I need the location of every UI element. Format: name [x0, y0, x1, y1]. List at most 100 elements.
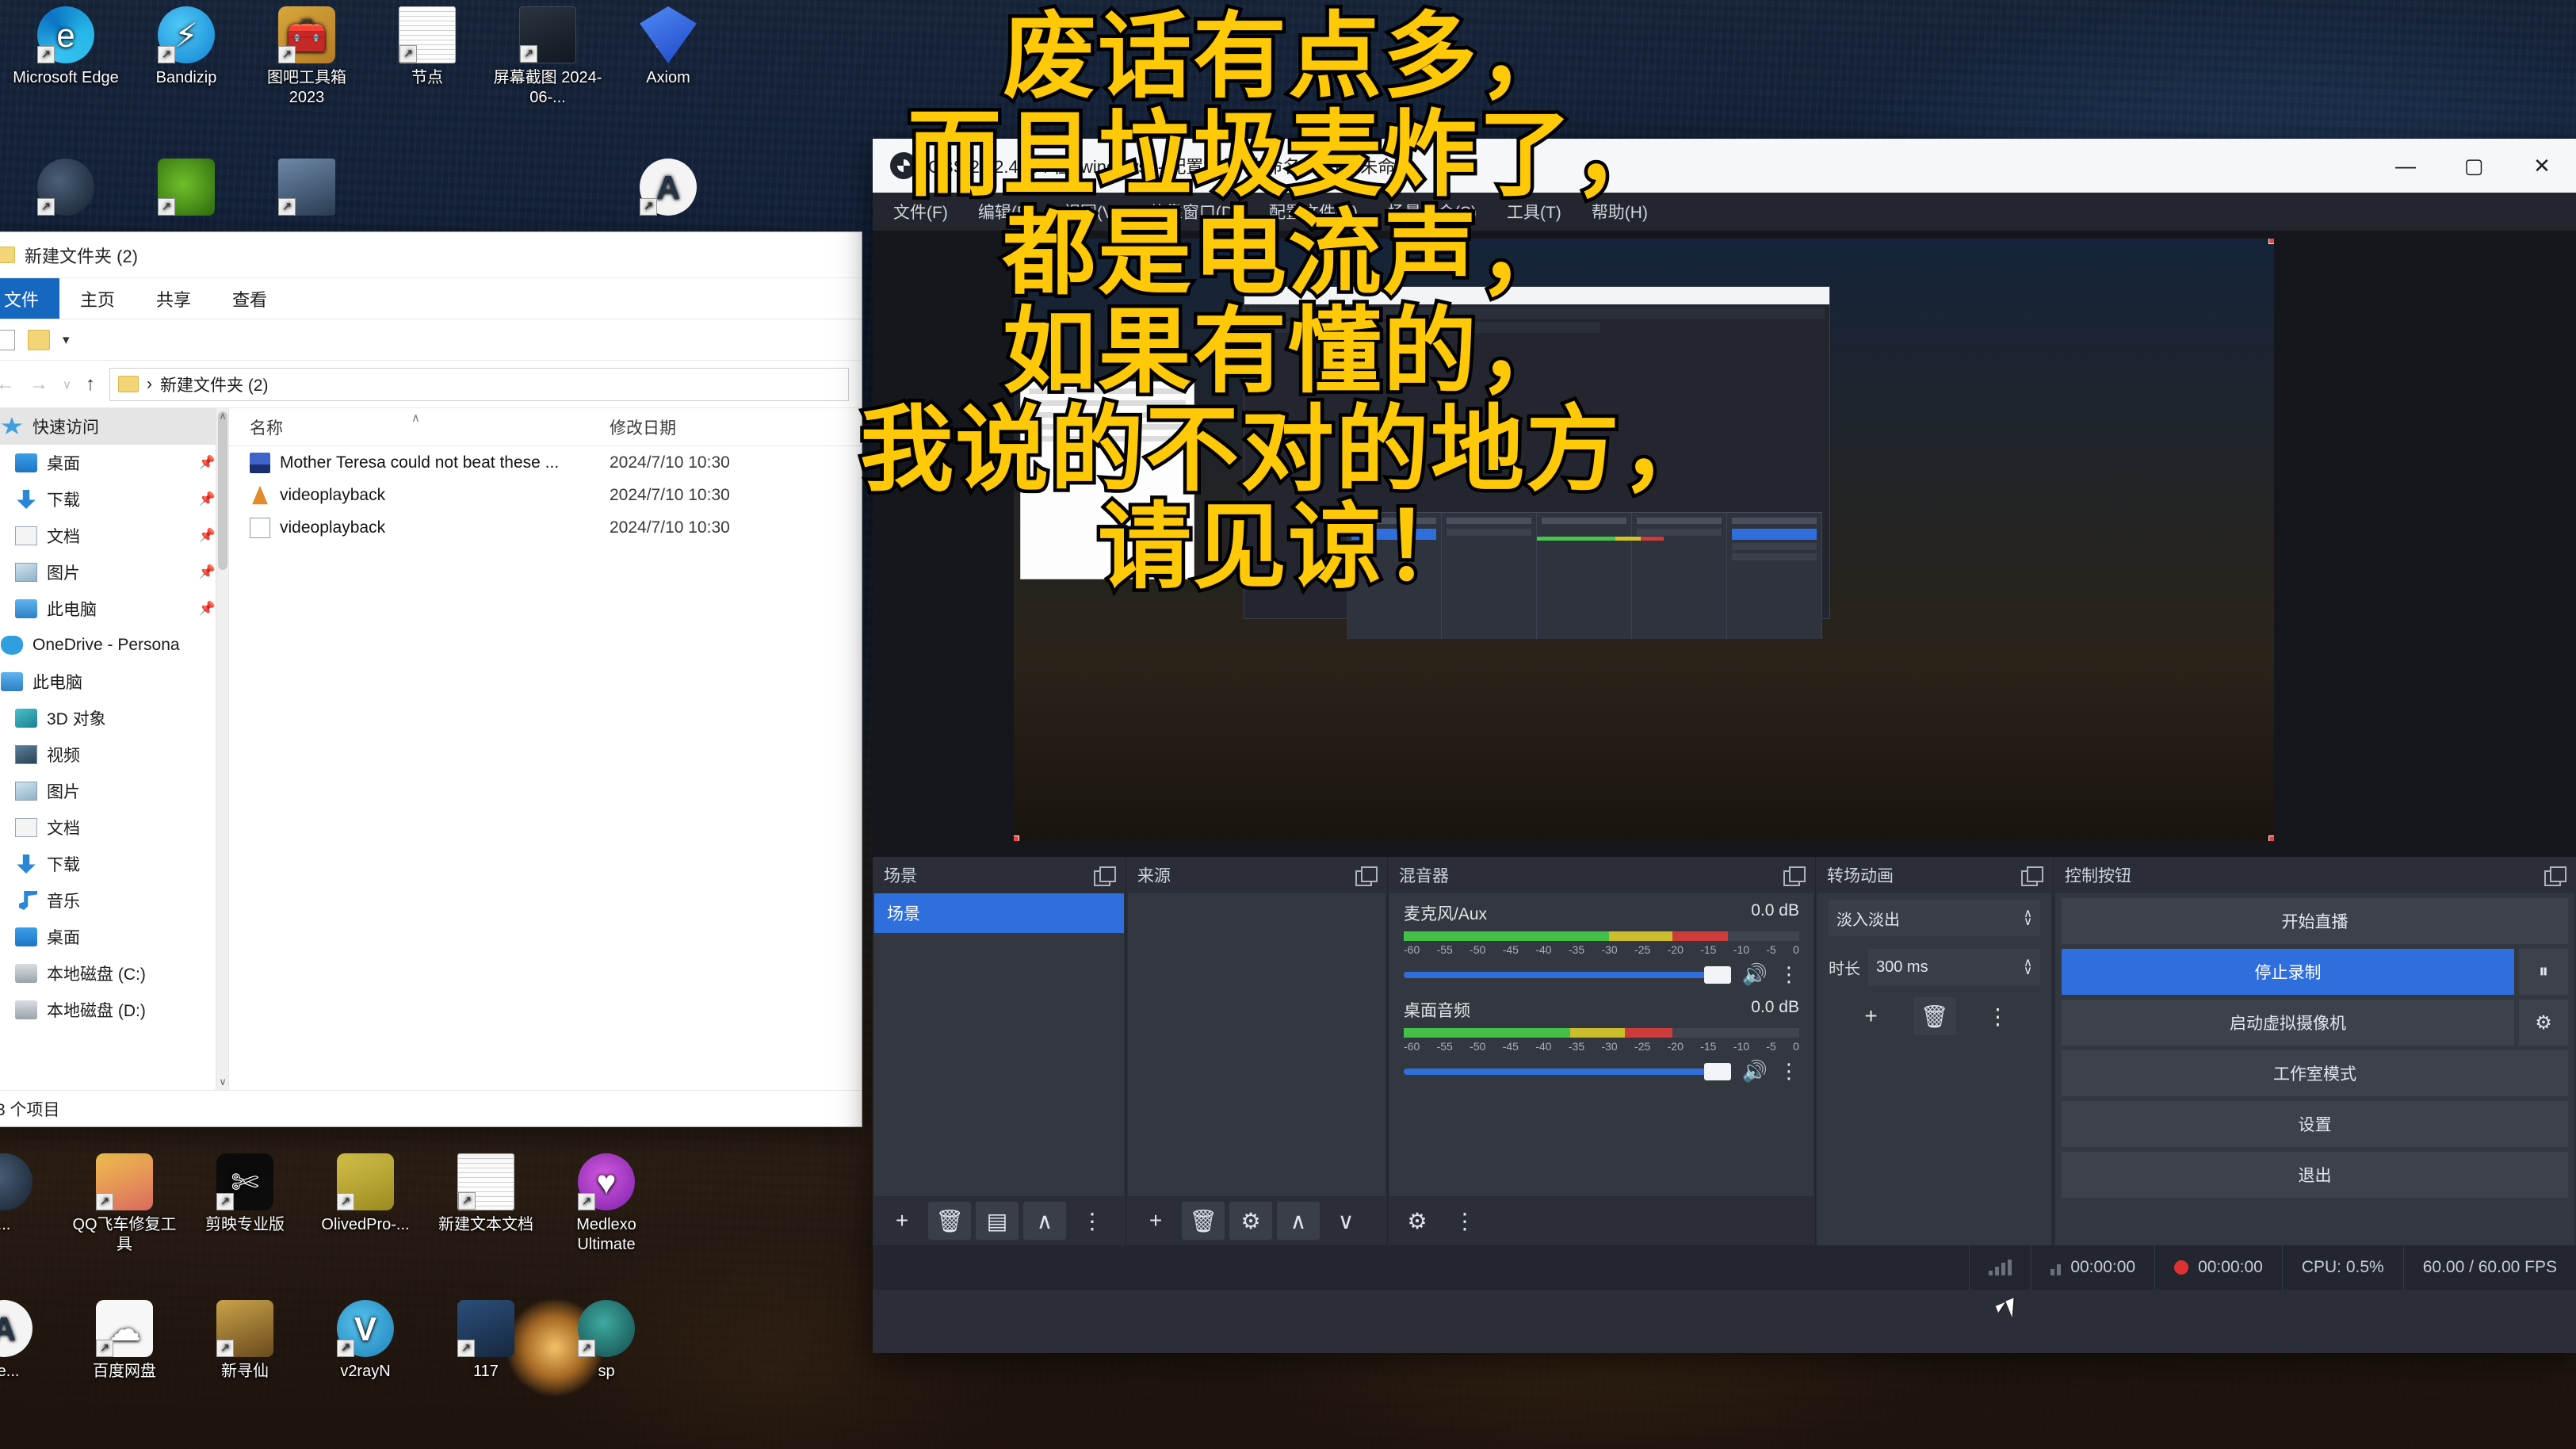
sidebar-item-14[interactable]: 桌面 [0, 919, 228, 955]
scene-item[interactable]: 场景 [874, 893, 1124, 933]
pin-icon[interactable]: 📌 [199, 528, 216, 544]
desktop-icon-qq-speed-repair[interactable]: ↗ QQ飞车修复工具 [65, 1153, 184, 1255]
column-date[interactable]: 修改日期 [610, 415, 676, 439]
transitions-toolbar[interactable]: + 🗑 ⋮ [1817, 992, 2051, 1041]
up-button[interactable]: ↑ [86, 373, 95, 396]
scenes-list[interactable]: 场景 [874, 893, 1124, 1196]
sidebar-item-9[interactable]: 视频 [0, 736, 228, 773]
sidebar-item-0[interactable]: 快速访问 [0, 408, 228, 445]
undock-icon[interactable] [1783, 866, 1806, 886]
close-button[interactable]: ✕ [2508, 139, 2576, 193]
desktop-icon-text-document[interactable]: ↗ 节点 [368, 6, 487, 88]
explorer-ribbon-tabs[interactable]: 文件 主页 共享 查看 [0, 278, 862, 319]
control-side-button-2[interactable]: ⚙ [2519, 1000, 2568, 1046]
obs-preview-area[interactable] [873, 231, 2576, 857]
obs-title-bar[interactable]: OBS 27.2.4 (64 位, windows) - 配置文件: 未命名 -… [873, 139, 2576, 193]
file-explorer-window[interactable]: 新建文件夹 (2) 文件 主页 共享 查看 ▾ ← → ∨ ↑ › 新建文件夹 … [0, 231, 862, 1127]
scenes-btn-0[interactable]: + [881, 1202, 923, 1240]
scenes-btn-4[interactable]: ⋮ [1071, 1202, 1114, 1240]
desktop-icon-sp[interactable]: ↗ sp [547, 1300, 666, 1382]
sources-btn-3[interactable]: ∧ [1277, 1202, 1320, 1240]
speaker-icon[interactable]: 🔊 [1742, 962, 1768, 987]
speaker-icon[interactable]: 🔊 [1742, 1059, 1768, 1084]
transition-select-row[interactable]: 淡入淡出 ∧ ∨ [1817, 893, 2051, 942]
undock-icon[interactable] [1094, 866, 1116, 886]
new-folder-icon[interactable] [28, 329, 50, 350]
transition-select[interactable]: 淡入淡出 ∧ ∨ [1829, 900, 2040, 936]
desktop-icon-unknown-app[interactable]: ↗... [0, 1153, 63, 1235]
mixer-track-controls[interactable]: 🔊 ⋮ [1404, 962, 1799, 987]
sources-btn-0[interactable]: + [1134, 1202, 1177, 1240]
volume-slider[interactable] [1404, 965, 1731, 984]
sources-toolbar[interactable]: + 🗑 ⚙ ∧ ∨ [1126, 1196, 1387, 1245]
pin-icon[interactable]: 📌 [199, 455, 216, 471]
chevron-down-icon[interactable]: ∨ [216, 1076, 228, 1088]
duration-stepper[interactable]: 300 ms ∧ ∨ [1868, 949, 2040, 985]
control-button-2[interactable]: 启动虚拟摄像机 [2062, 1000, 2514, 1046]
sidebar-item-12[interactable]: 下载 [0, 846, 228, 882]
desktop-icon-olived-pro[interactable]: ↗ OlivedPro-... [306, 1153, 425, 1235]
mixer-btn-0[interactable]: ⚙ [1396, 1202, 1439, 1240]
desktop-icon-bandizip[interactable]: ⚡ ↗ Bandizip [127, 6, 246, 88]
volume-slider-handle[interactable] [1703, 965, 1731, 984]
minimize-button[interactable]: — [2372, 139, 2440, 193]
nav-list[interactable]: 快速访问 桌面 📌 下载 📌 文档 📌 图片 📌 此电脑 📌 OneDrive - Persona 此电… [0, 408, 228, 1028]
tab-share[interactable]: 共享 [136, 278, 212, 319]
mixer-options-icon[interactable]: ⋮ [1779, 1059, 1799, 1084]
menu-item-3[interactable]: 停靠窗口(D) [1149, 200, 1239, 224]
transition-duration-row[interactable]: 时长 300 ms ∧ ∨ [1817, 942, 2051, 992]
menu-item-0[interactable]: 文件(F) [893, 200, 948, 224]
sidebar-item-1[interactable]: 桌面 📌 [0, 445, 228, 481]
quick-access-toolbar[interactable]: ▾ [0, 319, 862, 361]
mixer-options-icon[interactable]: ⋮ [1779, 962, 1799, 987]
desktop-icon-5eplay[interactable]: A↗ 5e... [0, 1300, 63, 1382]
mixer-track-controls[interactable]: 🔊 ⋮ [1404, 1059, 1799, 1084]
file-name-cell[interactable]: videoplayback [229, 485, 610, 506]
sidebar-item-2[interactable]: 下载 📌 [0, 481, 228, 518]
transitions-body[interactable]: 淡入淡出 ∧ ∨ 时长 300 ms ∧ ∨ + 🗑 ⋮ [1817, 893, 2051, 1245]
pin-icon[interactable]: 📌 [199, 564, 216, 580]
recent-locations-button[interactable]: ∨ [63, 377, 71, 392]
resize-handle[interactable] [2268, 239, 2274, 244]
sidebar-item-3[interactable]: 文档 📌 [0, 518, 228, 554]
mixer-track-list[interactable]: 麦克风/Aux 0.0 dB -60 -55 -50 -45 -40 -35 -30 -25 -20… [1389, 893, 1814, 1196]
table-row[interactable]: videoplayback 2024/7/10 10:30 [229, 511, 862, 544]
sources-btn-4[interactable]: ∨ [1324, 1202, 1367, 1240]
back-button[interactable]: ← [0, 373, 15, 396]
obs-menu-bar[interactable]: 文件(F) 编辑(E) 视图(V) 停靠窗口(D) 配置文件(P) 场景集合(S) 工具(T… [873, 193, 2576, 231]
sidebar-item-15[interactable]: 本地磁盘 (C:) [0, 955, 228, 992]
scenes-btn-1[interactable]: 🗑 [928, 1202, 971, 1240]
sidebar-item-10[interactable]: 图片 [0, 773, 228, 809]
breadcrumb[interactable]: › 新建文件夹 (2) [109, 367, 849, 401]
maximize-button[interactable]: ▢ [2440, 139, 2508, 193]
desktop-icon-edge[interactable]: e ↗ Microsoft Edge [6, 6, 125, 88]
sidebar-item-7[interactable]: 此电脑 [0, 663, 228, 700]
menu-item-2[interactable]: 视图(V) [1064, 200, 1119, 224]
explorer-file-list[interactable]: ∧ 名称 修改日期 Mother Teresa could not beat t… [229, 408, 862, 1090]
control-side-button-1[interactable]: ⏸ [2519, 949, 2568, 995]
sidebar-item-16[interactable]: 本地磁盘 (D:) [0, 992, 228, 1028]
desktop-icon-affinity[interactable]: A ↗ [609, 159, 728, 220]
file-name-cell[interactable]: videoplayback [229, 517, 610, 538]
control-button-4[interactable]: 设置 [2062, 1101, 2568, 1147]
mixer-btn-1[interactable]: ⋮ [1443, 1202, 1486, 1240]
sidebar-item-6[interactable]: OneDrive - Persona [0, 627, 228, 663]
control-button-3[interactable]: 工作室模式 [2062, 1050, 2568, 1096]
sources-btn-1[interactable]: 🗑 [1182, 1202, 1225, 1240]
sidebar-item-11[interactable]: 文档 [0, 809, 228, 846]
chevron-up-icon[interactable]: ∧ [216, 410, 228, 422]
file-list-header[interactable]: ∧ 名称 修改日期 [229, 408, 862, 446]
menu-item-1[interactable]: 编辑(E) [978, 200, 1034, 224]
desktop-icon-folder-117[interactable]: ↗ 117 [426, 1300, 545, 1382]
forward-button[interactable]: → [29, 373, 48, 396]
menu-item-6[interactable]: 工具(T) [1507, 200, 1561, 224]
scrollbar-thumb[interactable] [218, 411, 227, 570]
desktop-icon-v2rayn[interactable]: V ↗ v2rayN [306, 1300, 425, 1382]
desktop-icon-photos[interactable]: ↗ [247, 159, 366, 220]
file-rows[interactable]: Mother Teresa could not beat these ... 20… [229, 446, 862, 544]
desktop-icon-medlexo[interactable]: ♥ ↗ Medlexo Ultimate [547, 1153, 666, 1255]
sidebar-item-4[interactable]: 图片 📌 [0, 554, 228, 591]
transitions-btn-0[interactable]: + [1850, 997, 1893, 1035]
chevron-down-icon[interactable]: ▾ [63, 332, 70, 348]
chevron-updown-icon[interactable]: ∧ ∨ [2024, 908, 2032, 927]
